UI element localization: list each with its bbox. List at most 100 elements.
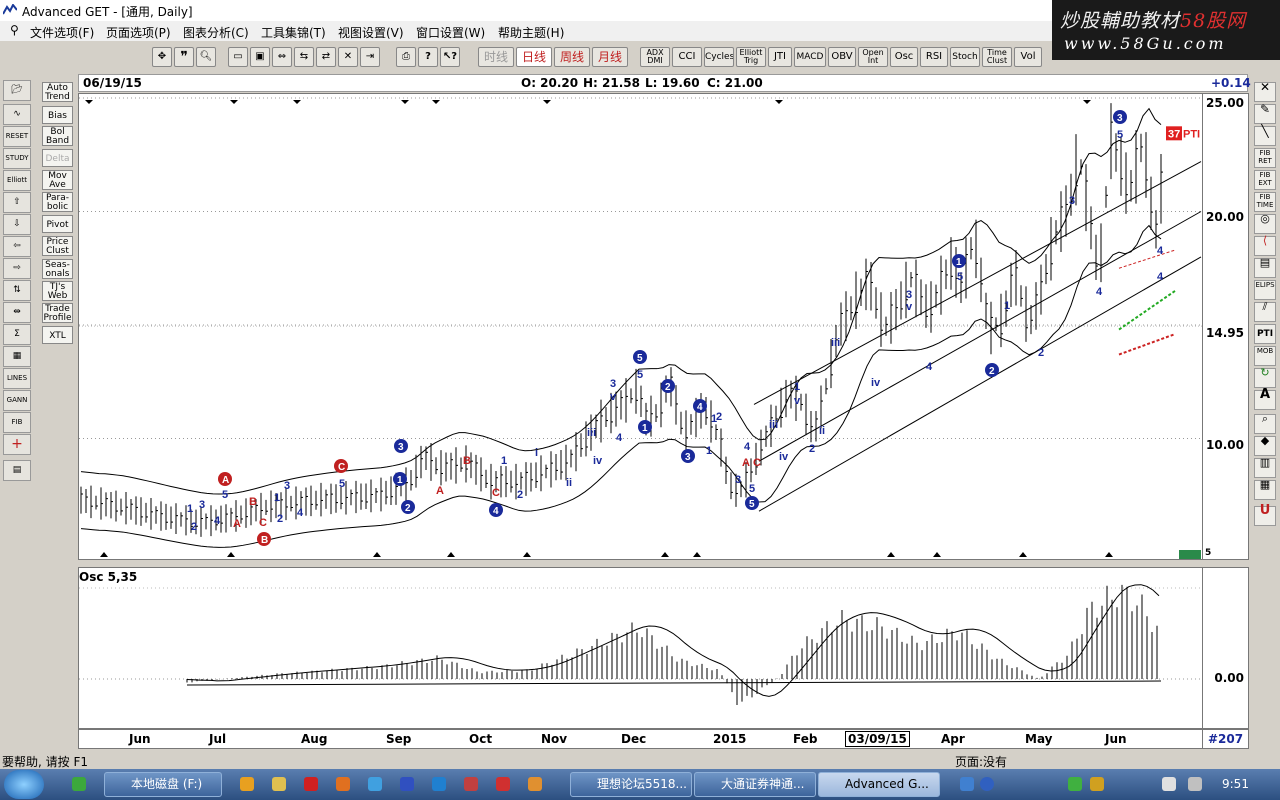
study-xtl[interactable]: XTL [42, 326, 73, 344]
tool-icon-5[interactable]: ⇥ [360, 47, 380, 67]
sigma-icon[interactable]: Σ [3, 324, 31, 345]
fib-ret-button[interactable]: FIB RET [1254, 148, 1276, 168]
task-advanced-get[interactable]: Advanced G... [818, 772, 940, 797]
study-bias[interactable]: Bias [42, 106, 73, 124]
quote-icon[interactable]: ❞ [174, 47, 194, 67]
menu-tools[interactable]: 工具集锦(T) [261, 24, 326, 41]
study-openint-button[interactable]: Open Int [858, 47, 888, 67]
arrow-left-icon[interactable]: ⇦ [3, 236, 31, 257]
letter-a-icon[interactable]: A [1254, 388, 1276, 410]
save-icon[interactable]: ▣ [250, 47, 270, 67]
lines-tool-button[interactable]: LINES [3, 368, 31, 389]
period-hourly-button[interactable]: 时线 [478, 47, 514, 67]
taskbar-pin-icon-5[interactable] [336, 777, 350, 791]
help-icon[interactable]: ? [418, 47, 438, 67]
fan-icon[interactable]: ⟨ [1254, 235, 1276, 256]
arrow-down-icon[interactable]: ⇩ [3, 214, 31, 235]
taskbar-pin-icon-7[interactable] [400, 777, 414, 791]
study-stoch-button[interactable]: Stoch [950, 47, 980, 67]
crosshair-icon[interactable]: + [3, 434, 31, 455]
study-seasonals[interactable]: Seas- onals [42, 259, 73, 279]
undo-u-icon[interactable]: U [1254, 504, 1276, 526]
ellipse-button[interactable]: ELIPS [1254, 280, 1276, 300]
study-auto-trend[interactable]: Auto Trend [42, 82, 73, 102]
open-folder-icon[interactable]: 📂︎ [3, 80, 31, 101]
taskbar-pin-icon-6[interactable] [368, 777, 382, 791]
channel-icon[interactable]: ⫽ [1254, 301, 1276, 322]
arrow-right-icon[interactable]: ⇨ [3, 258, 31, 279]
study-pivot[interactable]: Pivot [42, 215, 73, 233]
reset-button[interactable]: RESET [3, 126, 31, 147]
study-macd-button[interactable]: MACD [794, 47, 826, 67]
tool-icon-4[interactable]: ✕ [338, 47, 358, 67]
mob-button[interactable]: MOB [1254, 346, 1276, 366]
cycle-icon[interactable]: ↻ [1254, 367, 1276, 388]
doc-menu-icon[interactable]: ⚲ [10, 23, 19, 37]
tray-help-icon[interactable] [980, 777, 994, 791]
report-icon[interactable]: ▤ [3, 460, 31, 481]
study-delta[interactable]: Delta [42, 149, 73, 167]
fib-circle-icon[interactable]: ◎ [1254, 213, 1276, 234]
price-chart-pane[interactable]: 37 PTI 3 1 2 4 5 2 1 3 4 5 1 2 3 A C B 1 3 5 2 4 3 1 2 4 5 1 2 i ii iii i… [78, 93, 1203, 560]
taskbar-pin-icon-9[interactable] [464, 777, 478, 791]
tray-icon-green[interactable] [1068, 777, 1082, 791]
study-rsi-button[interactable]: RSI [920, 47, 948, 67]
menu-chart-analysis[interactable]: 图表分析(C) [183, 24, 249, 41]
study-obv-button[interactable]: OBV [828, 47, 856, 67]
study-price-clust[interactable]: Price Clust [42, 236, 73, 256]
grid-lines-icon[interactable]: ▤ [1254, 257, 1276, 278]
start-button[interactable] [4, 770, 44, 799]
menu-file[interactable]: 文件选项(F) [30, 24, 94, 41]
expand-icon[interactable]: ⇹ [3, 302, 31, 323]
taskbar-pin-icon-10[interactable] [496, 777, 510, 791]
pencil-icon[interactable]: ✎ [1254, 103, 1276, 124]
taskbar-pin-icon-1[interactable] [72, 777, 86, 791]
grid-icon[interactable]: ▦ [3, 346, 31, 367]
eraser-icon[interactable]: ◆ [1254, 435, 1276, 456]
study-timeclust-button[interactable]: Time Clust [982, 47, 1012, 67]
study-mov-ave[interactable]: Mov Ave [42, 170, 73, 190]
task-disk-f[interactable]: 本地磁盘 (F:) [104, 772, 222, 797]
study-cci-button[interactable]: CCI [672, 47, 702, 67]
fib-time-button[interactable]: FIB TIME [1254, 192, 1276, 212]
taskbar-pin-icon-8[interactable] [432, 777, 446, 791]
period-monthly-button[interactable]: 月线 [592, 47, 628, 67]
tool-icon-3[interactable]: ⇄ [316, 47, 336, 67]
close-chart-icon[interactable]: ✕ [1254, 81, 1276, 102]
elliott-tool-button[interactable]: Elliott [3, 170, 31, 191]
study-vol-button[interactable]: Vol [1014, 47, 1042, 67]
arrow-up-icon[interactable]: ⇧ [3, 192, 31, 213]
task-datong[interactable]: 大通证券神通... [694, 772, 816, 797]
tool-icon-1[interactable]: ⇔ [272, 47, 292, 67]
study-trade-profile[interactable]: Trade Profile [42, 303, 73, 323]
tray-volume-icon[interactable] [1162, 777, 1176, 791]
taskbar-pin-icon-11[interactable] [528, 777, 542, 791]
tray-network-icon[interactable] [1188, 777, 1202, 791]
study-cycles-button[interactable]: Cycles [704, 47, 734, 67]
oscillator-pane[interactable]: Osc 5,35 [78, 567, 1203, 729]
study-adx-button[interactable]: ADX DMI [640, 47, 670, 67]
study-tjs-web[interactable]: TJ's Web [42, 281, 73, 301]
study-jti-button[interactable]: JTI [768, 47, 792, 67]
pti-button[interactable]: PTI [1254, 324, 1276, 344]
menu-window[interactable]: 窗口设置(W) [416, 24, 485, 41]
notes-icon[interactable]: ▦ [1254, 479, 1276, 500]
wave-tool-icon[interactable]: ∿ [3, 104, 31, 125]
taskbar-pin-icon-2[interactable] [240, 777, 254, 791]
menu-help[interactable]: 帮助主题(H) [498, 24, 564, 41]
menu-page[interactable]: 页面选项(P) [106, 24, 171, 41]
fib-tool-button[interactable]: FIB [3, 412, 31, 433]
study-tool-button[interactable]: STUDY [3, 148, 31, 169]
tool-icon-2[interactable]: ⇆ [294, 47, 314, 67]
task-forum[interactable]: 理想论坛5518... [570, 772, 692, 797]
updown-icon[interactable]: ⇅ [3, 280, 31, 301]
gann-tool-button[interactable]: GANN [3, 390, 31, 411]
zoom-icon[interactable]: 🔍︎ [196, 47, 216, 67]
magnify-icon[interactable]: ⌕ [1254, 413, 1276, 434]
new-doc-icon[interactable]: ▭ [228, 47, 248, 67]
tray-shield-icon[interactable] [1090, 777, 1104, 791]
study-bol-band[interactable]: Bol Band [42, 126, 73, 146]
taskbar-pin-icon-4[interactable] [304, 777, 318, 791]
context-help-icon[interactable]: ↖? [440, 47, 460, 67]
study-parabolic[interactable]: Para- bolic [42, 192, 73, 212]
